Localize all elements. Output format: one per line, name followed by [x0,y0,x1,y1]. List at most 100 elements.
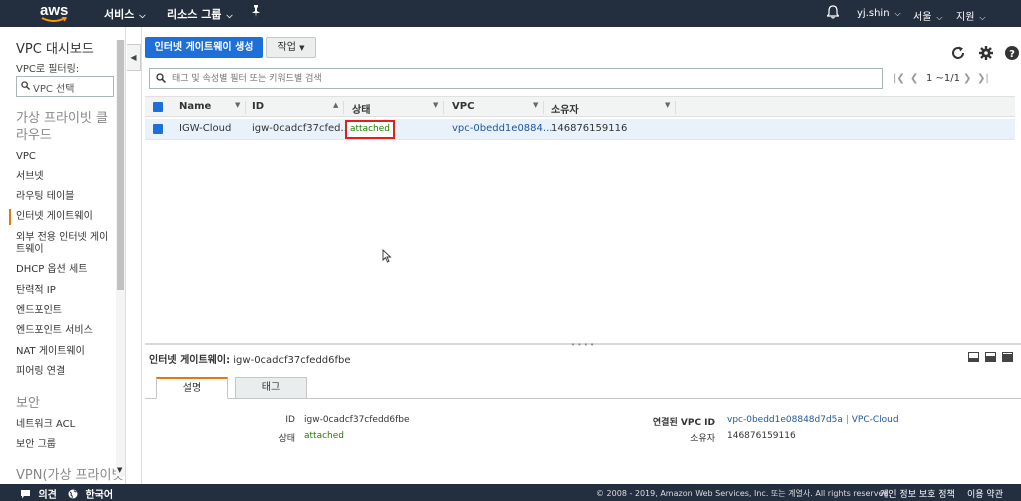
sidebar-item-endpoint-services[interactable]: 엔드포인트 서비스 [16,325,112,337]
status-badge: attached [345,120,395,139]
support-label: 지원 [956,12,975,23]
create-internet-gateway-button[interactable]: 인터넷 게이트웨이 생성 [145,37,263,58]
support-menu[interactable]: 지원 ⌵ [956,8,985,23]
mouse-cursor-icon [382,249,392,263]
pane-splitter[interactable]: • • • • [145,341,1021,349]
sidebar-item-peering[interactable]: 피어링 연결 [16,366,112,378]
search-input[interactable] [172,71,872,86]
sidebar-scrollbar[interactable]: ▼ [116,40,125,476]
drag-handle-icon[interactable]: • • • • [571,341,594,349]
cell-state: attached [350,124,390,134]
column-divider [343,101,344,114]
bell-icon[interactable] [826,5,840,22]
services-menu[interactable]: 서비스 ⌵ [104,6,145,22]
vpc-select[interactable]: VPC 선택 [16,76,114,97]
sidebar-item-dhcp-options[interactable]: DHCP 옵션 세트 [16,264,112,276]
search-bar[interactable] [149,68,883,89]
aws-logo[interactable]: aws [40,2,70,24]
sort-icon[interactable]: ▼ [665,101,670,109]
last-page-icon[interactable]: ❯| [977,73,989,84]
vpc-name-link[interactable]: VPC-Cloud [852,415,899,425]
sidebar-item-subnets[interactable]: 서브넷 [16,171,112,183]
sort-asc-icon[interactable]: ▲ [333,101,338,109]
sidebar-item-elastic-ip[interactable]: 탄력적 IP [16,285,112,297]
feedback-icon [21,490,30,499]
row-checkbox[interactable] [153,124,163,134]
detail-title-value: igw-0cadcf37cfedd6fbe [233,355,351,366]
sort-icon[interactable]: ▼ [533,101,538,109]
resource-groups-menu[interactable]: 리소스 그룹 ⌵ [167,6,233,22]
chevron-down-icon: ⌵ [226,11,233,20]
language-selector[interactable]: 한국어 [68,486,113,501]
svg-text:?: ? [1009,49,1015,60]
feedback-button[interactable]: 의견 [20,486,57,501]
tab-tags[interactable]: 태그 [235,377,307,399]
region-label: 서울 [913,12,932,23]
owner-label: 소유자 [690,434,715,444]
pin-icon[interactable] [251,5,261,20]
prev-page-icon[interactable]: ❮ [910,73,918,84]
column-header-vpc[interactable]: VPC [452,101,474,112]
terms-link[interactable]: 이용 약관 [967,487,1003,500]
attached-vpc-value: vpc-0bedd1e08848d7d5a | VPC-Cloud [727,415,899,425]
cell-vpc-link[interactable]: vpc-0bedd1e0884... [452,123,552,134]
column-header-id[interactable]: ID [252,101,264,112]
gear-icon[interactable] [978,45,994,61]
help-icon[interactable]: ? [1004,45,1020,61]
filter-by-vpc-label: VPC로 필터링: [16,64,80,75]
chevron-left-icon: ◀ [130,53,137,62]
id-value: igw-0cadcf37cfedd6fbe [304,415,410,425]
vpc-select-placeholder: VPC 선택 [33,84,75,95]
region-menu[interactable]: 서울 ⌵ [913,8,942,23]
sidebar: VPC 대시보드 VPC로 필터링: VPC 선택 가상 프라이빗 클라우드 V… [0,27,126,484]
pane-maximize-icon[interactable] [1002,352,1013,362]
column-header-name[interactable]: Name [179,101,211,112]
pane-half-icon[interactable] [985,352,996,362]
scroll-down-arrow-icon[interactable]: ▼ [117,466,122,474]
state-label: 상태 [278,434,295,444]
first-page-icon[interactable]: |❮ [893,73,905,84]
owner-value: 146876159116 [727,431,796,441]
pane-minimize-icon[interactable] [968,352,979,362]
search-icon [156,73,166,83]
actions-label: 작업 [277,42,296,53]
sidebar-item-endpoints[interactable]: 엔드포인트 [16,305,112,317]
refresh-icon[interactable] [950,45,966,61]
privacy-policy-link[interactable]: 개인 정보 보호 정책 [880,487,955,500]
resource-groups-label: 리소스 그룹 [167,8,222,21]
column-header-owner[interactable]: 소유자 [551,101,579,116]
vpc-separator: | [845,415,849,425]
user-menu[interactable]: yj.shin ⌵ [857,8,901,19]
column-header-state[interactable]: 상태 [352,101,370,116]
collapse-sidebar-button[interactable]: ◀ [127,44,141,71]
section-security: 보안 [16,396,40,411]
vpc-dashboard-link[interactable]: VPC 대시보드 [16,38,94,57]
actions-dropdown-button[interactable]: 작업 ▼ [266,37,316,58]
sidebar-item-internet-gateways[interactable]: 인터넷 게이트웨이 [16,211,112,223]
copyright-text: © 2008 - 2019, Amazon Web Services, Inc.… [596,489,892,498]
detail-title-label: 인터넷 게이트웨이: [149,355,231,366]
feedback-label: 의견 [38,490,57,501]
sort-icon[interactable]: ▼ [433,101,438,109]
scrollbar-thumb[interactable] [117,40,124,290]
state-value: attached [304,431,344,441]
table-row[interactable]: IGW-Cloud igw-0cadcf37cfed... attached v… [145,119,1015,140]
section-virtual-private-cloud: 가상 프라이빗 클라우드 [16,111,108,143]
top-navigation-bar: aws 서비스 ⌵ 리소스 그룹 ⌵ yj.shin ⌵ 서울 ⌵ 지원 ⌵ [0,0,1021,27]
tab-description[interactable]: 설명 [156,377,228,399]
active-item-indicator [9,209,11,225]
next-page-icon[interactable]: ❯ [963,73,971,84]
chevron-down-icon: ⌵ [894,9,901,18]
select-all-checkbox[interactable] [153,102,163,112]
footer: 의견 한국어 © 2008 - 2019, Amazon Web Service… [0,484,1021,501]
sidebar-item-egress-only-gateways[interactable]: 외부 전용 인터넷 게이트웨이 [16,232,112,256]
vpc-id-link[interactable]: vpc-0bedd1e08848d7d5a [727,415,843,425]
detail-title: 인터넷 게이트웨이: igw-0cadcf37cfedd6fbe [149,351,351,366]
globe-icon [68,489,78,499]
sidebar-item-vpc[interactable]: VPC [16,151,112,163]
sidebar-item-nat-gateways[interactable]: NAT 게이트웨이 [16,346,112,358]
sort-icon[interactable]: ▼ [235,101,240,109]
sidebar-item-network-acl[interactable]: 네트워크 ACL [16,419,112,431]
sidebar-item-security-groups[interactable]: 보안 그룹 [16,439,112,451]
sidebar-item-route-tables[interactable]: 라우팅 테이블 [16,191,112,203]
